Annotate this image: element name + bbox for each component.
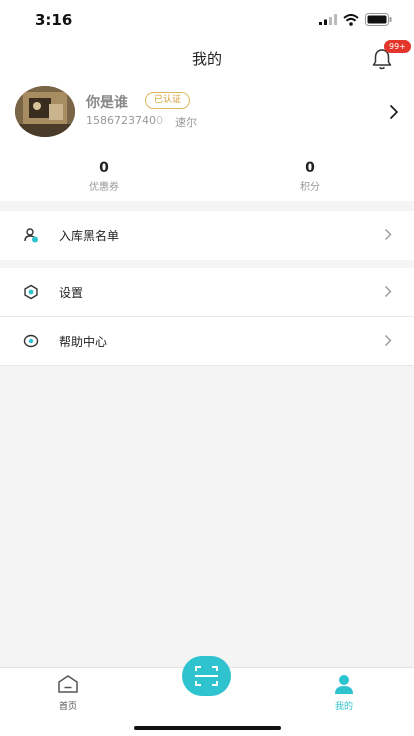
phone-number-faded-tail: 0 [156,114,163,127]
help-icon [23,334,39,348]
username: 你是谁 [86,95,128,111]
profile-card[interactable]: 你是谁 已认证 15867237400 速尔 0 优惠券 0 积分 [0,76,414,201]
person-icon [335,675,353,694]
chevron-right-icon [385,286,392,297]
tab-label-home: 首页 [58,702,77,712]
divider [0,365,414,366]
menu-item-settings[interactable]: 设置 [0,268,414,317]
coupons-value: 0 [99,160,109,176]
scan-icon [195,666,218,686]
wifi-icon [343,13,359,26]
stat-coupons[interactable]: 0 优惠券 [74,160,134,193]
chevron-right-icon [385,229,392,240]
status-bar: 3:16 [0,0,414,40]
verified-badge: 已认证 [145,92,191,109]
avatar-image [15,86,75,137]
menu-item-blacklist[interactable]: 入库黑名单 [0,211,414,260]
menu-label-help: 帮助中心 [59,335,108,349]
stat-points[interactable]: 0 积分 [280,160,340,193]
status-icons [319,13,392,26]
status-time: 3:16 [35,11,73,29]
points-label: 积分 [300,182,320,193]
home-icon [58,675,78,693]
tab-bar: 首页 我的 [0,656,414,736]
phone-number: 15867237400 [86,114,163,127]
tab-mine[interactable]: 我的 [319,674,369,712]
chevron-right-icon [390,105,398,119]
signal-icon [319,14,337,25]
home-indicator [134,726,281,730]
scan-button[interactable] [182,656,231,696]
points-value: 0 [305,160,315,176]
menu-item-help[interactable]: 帮助中心 [0,317,414,366]
coupons-label: 优惠券 [89,182,119,193]
menu-label-settings: 设置 [59,286,84,300]
nav-bar: 我的 99+ [0,40,414,76]
tab-label-mine: 我的 [334,702,353,712]
tab-home[interactable]: 首页 [43,674,93,712]
region-label: 速尔 [175,116,197,129]
user-block-icon [24,228,38,243]
battery-icon [365,13,392,26]
settings-hexagon-icon [24,284,38,300]
notification-badge: 99+ [384,40,411,53]
avatar[interactable] [15,86,75,137]
chevron-right-icon [385,335,392,346]
menu-label-blacklist: 入库黑名单 [59,229,120,243]
page-title: 我的 [191,50,222,68]
